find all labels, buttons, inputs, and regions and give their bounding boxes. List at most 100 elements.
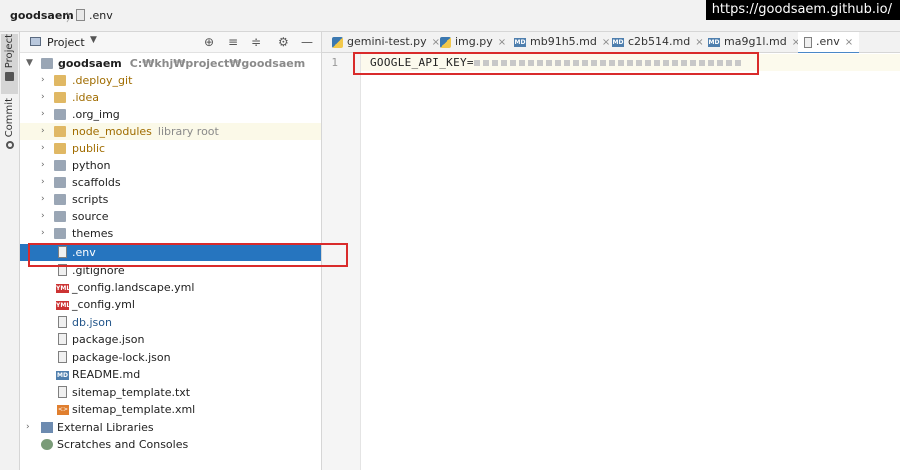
tree-item-scripts[interactable]: › scripts [20, 191, 321, 208]
tree-item-label: .env [72, 246, 96, 259]
tree-item-gitignore[interactable]: .gitignore [20, 262, 321, 279]
project-tool-tab[interactable]: Project [1, 34, 18, 94]
tree-item-scratches[interactable]: Scratches and Consoles [20, 436, 321, 453]
commit-tool-tab-label: Commit [4, 98, 15, 138]
chevron-right-icon[interactable]: › [41, 89, 45, 106]
markdown-file-icon: MD [56, 371, 69, 380]
tree-item-label: db.json [72, 316, 112, 329]
tree-item-label: package-lock.json [72, 351, 171, 364]
chevron-right-icon[interactable]: › [41, 140, 45, 157]
tree-item-external-libraries[interactable]: › External Libraries [20, 419, 321, 436]
folder-icon [54, 228, 66, 239]
tab-mb91h5-md[interactable]: MD mb91h5.md × [514, 32, 610, 52]
tree-root-path: C:₩khj₩project₩goodsaem [129, 57, 306, 70]
tab-img-py[interactable]: img.py × [440, 32, 506, 52]
tab-label: c2b514.md [628, 35, 691, 48]
tree-item-label: _config.yml [72, 298, 135, 311]
tree-item-label: python [72, 159, 111, 172]
tree-item-config-landscape[interactable]: YML _config.landscape.yml [20, 279, 321, 296]
tree-item-label: source [72, 210, 109, 223]
tree-item-readme[interactable]: MD README.md [20, 366, 321, 383]
folder-icon [54, 75, 66, 86]
close-icon[interactable]: × [695, 37, 703, 48]
text-file-icon [804, 36, 812, 48]
tab-label: .env [816, 35, 840, 48]
tree-item-label: themes [72, 227, 114, 240]
tree-item-deploy-git[interactable]: › .deploy_git [20, 72, 321, 89]
tab-label: gemini-test.py [347, 35, 427, 48]
text-file-icon [58, 246, 67, 258]
markdown-file-icon: MD [514, 37, 526, 47]
tree-root-goodsaem[interactable]: ▼ goodsaem C:₩khj₩project₩goodsaem [20, 55, 321, 72]
tree-item-org-img[interactable]: › .org_img [20, 106, 321, 123]
breadcrumb-project[interactable]: goodsaem [10, 9, 74, 22]
chevron-right-icon[interactable]: › [41, 106, 45, 123]
scratches-icon [41, 439, 53, 450]
tab-gemini-test-py[interactable]: gemini-test.py × [332, 32, 440, 52]
tab-ma9g1l-md[interactable]: MD ma9g1l.md × [708, 32, 800, 52]
tree-item-env[interactable]: .env [20, 244, 321, 261]
tree-item-label: README.md [72, 368, 141, 381]
chevron-right-icon[interactable]: › [41, 123, 45, 140]
tree-item-scaffolds[interactable]: › scaffolds [20, 174, 321, 191]
tree-item-public[interactable]: › public [20, 140, 321, 157]
chevron-right-icon[interactable]: › [41, 225, 45, 242]
chevron-right-icon[interactable]: › [41, 72, 45, 89]
tree-item-node-modules[interactable]: › node_modules library root [20, 123, 321, 140]
line-number: 1 [331, 56, 338, 69]
file-icon [76, 9, 85, 21]
project-panel-title[interactable]: Project [47, 36, 85, 49]
commit-tool-tab[interactable]: Commit [1, 98, 18, 154]
project-tool-tab-label: Project [4, 34, 15, 69]
tree-item-label: .org_img [72, 108, 120, 121]
gear-icon[interactable]: ⚙ [278, 35, 289, 49]
breadcrumb-file[interactable]: .env [89, 9, 113, 22]
code-editor[interactable]: 1 GOOGLE_API_KEY= [322, 53, 900, 470]
chevron-right-icon[interactable]: › [41, 157, 45, 174]
close-icon[interactable]: × [602, 37, 610, 48]
chevron-down-icon[interactable]: ▼ [26, 55, 33, 72]
locate-icon[interactable]: ⊕ [204, 35, 214, 49]
tree-item-package-lock[interactable]: package-lock.json [20, 349, 321, 366]
close-icon[interactable]: × [845, 37, 853, 48]
collapse-all-icon[interactable]: ≑ [251, 35, 261, 49]
tree-item-label: Scratches and Consoles [57, 438, 189, 451]
tree-item-source[interactable]: › source [20, 208, 321, 225]
tree-item-sitemap-txt[interactable]: sitemap_template.txt [20, 384, 321, 401]
tool-window-strip: Project Commit [0, 32, 20, 470]
tree-item-themes[interactable]: › themes [20, 225, 321, 242]
json-file-icon [58, 333, 67, 345]
chevron-down-icon[interactable]: ▼ [90, 35, 97, 45]
chevron-right-icon[interactable]: › [26, 419, 30, 436]
folder-icon [54, 109, 66, 120]
tree-item-label: .idea [72, 91, 100, 104]
chevron-right-icon[interactable]: › [41, 174, 45, 191]
yaml-file-icon: YML [56, 301, 71, 310]
tree-item-config[interactable]: YML _config.yml [20, 296, 321, 313]
yaml-file-icon: YML [56, 284, 71, 293]
markdown-file-icon: MD [708, 37, 720, 47]
tree-root-label: goodsaem C:₩khj₩project₩goodsaem [58, 57, 306, 70]
tree-item-idea[interactable]: › .idea [20, 89, 321, 106]
text-file-icon [58, 386, 67, 398]
tree-item-python[interactable]: › python [20, 157, 321, 174]
code-line-1[interactable]: GOOGLE_API_KEY= [370, 56, 744, 69]
close-icon[interactable]: × [498, 37, 506, 48]
close-icon[interactable]: × [432, 37, 440, 48]
tree-item-package-json[interactable]: package.json [20, 331, 321, 348]
tree-item-label: sitemap_template.xml [72, 403, 196, 416]
tab-label: img.py [455, 35, 493, 48]
expand-all-icon[interactable]: ≡ [228, 35, 238, 49]
tree-item-db-json[interactable]: db.json [20, 314, 321, 331]
tab-c2b514-md[interactable]: MD c2b514.md × [612, 32, 704, 52]
chevron-right-icon[interactable]: › [41, 208, 45, 225]
tab-env[interactable]: .env × [798, 32, 860, 54]
tree-item-label: External Libraries [57, 421, 154, 434]
xml-file-icon: <> [57, 405, 69, 415]
tree-item-label: public [72, 142, 106, 155]
tree-item-label: .gitignore [72, 264, 125, 277]
hide-icon[interactable]: — [301, 35, 313, 49]
python-file-icon [332, 36, 343, 48]
tree-item-sitemap-xml[interactable]: <> sitemap_template.xml [20, 401, 321, 418]
chevron-right-icon[interactable]: › [41, 191, 45, 208]
